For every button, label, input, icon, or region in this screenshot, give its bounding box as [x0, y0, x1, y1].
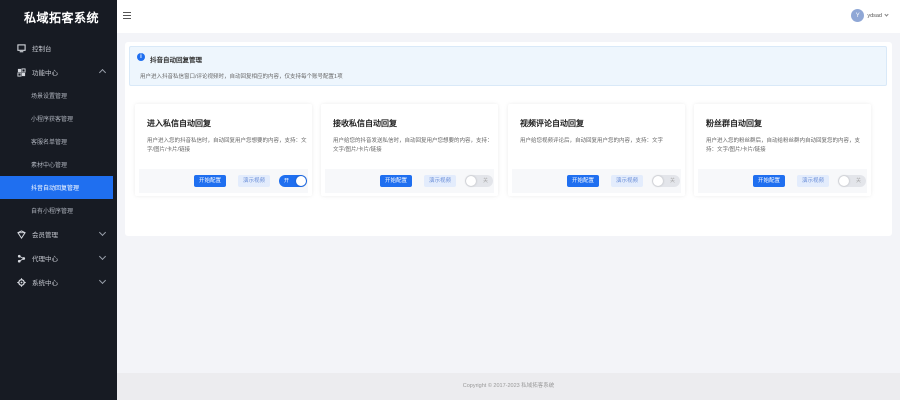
sidebar-subitem-douyin-auto-reply[interactable]: 抖音自动回复管理 [0, 176, 113, 199]
auto-reply-card: 进入私信自动回复 用户进入您的抖音私信时，自动回复用户您想要的内容，支持：文字/… [135, 104, 312, 196]
sidebar-item-label: 代理中心 [32, 256, 58, 263]
chevron-down-icon [98, 252, 107, 261]
start-config-button[interactable]: 开始配置 [194, 175, 227, 187]
card-title: 接收私信自动回复 [333, 119, 397, 128]
sidebar: 私域拓客系统 控制台 功能中心 场景设置管理 小程序获客管理 客服名单管理 素材… [0, 0, 117, 400]
chevron-up-icon [98, 68, 107, 77]
card-description: 用户给您的抖音发送私信时，自动回复用户您想要的内容，支持：文字/图片/卡片/链接 [333, 138, 493, 153]
toggle-knob [296, 176, 306, 186]
auto-reply-card: 视频评论自动回复 用户给您视频评论后，自动回复用户您的内容，支持：文字 开始配置… [508, 104, 685, 196]
card-description: 用户给您视频评论后，自动回复用户您的内容，支持：文字 [520, 138, 664, 144]
chevron-down-icon [884, 12, 889, 17]
sidebar-item-member[interactable]: 会员管理 [0, 222, 117, 246]
toggle-knob [653, 176, 663, 186]
card-footer: 开始配置 演示视频 开 [139, 169, 308, 193]
sidebar-subitem-own-miniprogram[interactable]: 自有小程序管理 [0, 199, 117, 222]
username: ydsad [867, 12, 882, 19]
sidebar-item-agent[interactable]: 代理中心 [0, 246, 117, 270]
function-icon [17, 67, 26, 77]
sidebar-item-label: 系统中心 [32, 280, 58, 287]
top-bar: Y ydsad [117, 0, 900, 33]
demo-video-button[interactable]: 演示视频 [797, 175, 830, 187]
toggle-knob [839, 176, 849, 186]
sidebar-subitem-customer-service-list[interactable]: 客服名单管理 [0, 130, 117, 153]
auto-reply-card: 接收私信自动回复 用户给您的抖音发送私信时，自动回复用户您想要的内容，支持：文字… [321, 104, 498, 196]
sidebar-item-label: 功能中心 [32, 70, 58, 77]
start-config-button[interactable]: 开始配置 [567, 175, 600, 187]
menu-toggle-icon[interactable] [123, 12, 131, 21]
agent-icon [17, 254, 26, 263]
system-icon [17, 277, 26, 287]
demo-video-button[interactable]: 演示视频 [611, 175, 644, 187]
info-icon: i [137, 53, 145, 61]
card-footer: 开始配置 演示视频 关 [698, 169, 867, 193]
sidebar-subitem-miniprogram-acquisition[interactable]: 小程序获客管理 [0, 107, 117, 130]
sidebar-subitem-scene-settings[interactable]: 场景设置管理 [0, 84, 117, 107]
auto-reply-card: 粉丝群自动回复 用户进入您的粉丝群后，自动给粉丝群内自动回复您的内容，支持：文字… [694, 104, 871, 196]
copyright-text: Copyright © 2017-2023 私域拓客系统 [462, 383, 555, 389]
avatar: Y [851, 9, 865, 22]
auto-reply-toggle[interactable]: 关 [652, 175, 680, 187]
auto-reply-toggle[interactable]: 关 [465, 175, 493, 187]
member-icon [17, 229, 26, 239]
chevron-down-icon [98, 276, 107, 285]
sidebar-subitem-material-center[interactable]: 素材中心管理 [0, 153, 117, 176]
info-notice: i 抖音自动回复管理 用户进入抖音私信窗口/评论视频时，自动回复相应的内容，仅支… [129, 46, 887, 86]
toggle-state-label: 开 [284, 178, 290, 184]
toggle-state-label: 关 [855, 178, 861, 184]
user-menu[interactable]: Y ydsad [851, 9, 889, 22]
auto-reply-toggle[interactable]: 开 [279, 175, 307, 187]
card-footer: 开始配置 演示视频 关 [325, 169, 494, 193]
sidebar-item-label: 会员管理 [32, 232, 58, 239]
start-config-button[interactable]: 开始配置 [753, 175, 786, 187]
sidebar-item-system[interactable]: 系统中心 [0, 270, 117, 294]
sidebar-item-function-center[interactable]: 功能中心 [0, 60, 117, 84]
card-description: 用户进入您的粉丝群后，自动给粉丝群内自动回复您的内容，支持：文字/图片/卡片/链… [706, 138, 861, 153]
card-title: 进入私信自动回复 [147, 119, 211, 128]
card-title: 粉丝群自动回复 [706, 119, 762, 128]
card-description: 用户进入您的抖音私信时，自动回复用户您想要的内容，支持：文字/图片/卡片/链接 [147, 138, 307, 153]
auto-reply-toggle[interactable]: 关 [838, 175, 866, 187]
content-panel: i 抖音自动回复管理 用户进入抖音私信窗口/评论视频时，自动回复相应的内容，仅支… [125, 42, 892, 236]
start-config-button[interactable]: 开始配置 [380, 175, 413, 187]
sidebar-item-label: 控制台 [32, 46, 52, 53]
sidebar-item-dashboard[interactable]: 控制台 [0, 36, 117, 60]
demo-video-button[interactable]: 演示视频 [238, 175, 271, 187]
toggle-state-label: 关 [482, 178, 488, 184]
app-title: 私域拓客系统 [24, 11, 100, 25]
card-footer: 开始配置 演示视频 关 [512, 169, 681, 193]
card-title: 视频评论自动回复 [520, 119, 584, 128]
page-footer: Copyright © 2017-2023 私域拓客系统 [117, 373, 900, 400]
notice-title: 抖音自动回复管理 [150, 57, 202, 64]
demo-video-button[interactable]: 演示视频 [424, 175, 457, 187]
chevron-down-icon [98, 228, 107, 237]
toggle-knob [466, 176, 476, 186]
toggle-state-label: 关 [669, 178, 675, 184]
notice-description: 用户进入抖音私信窗口/评论视频时，自动回复相应的内容，仅支持每个账号配置1项 [140, 74, 343, 80]
dashboard-icon [17, 43, 26, 53]
main-content: i 抖音自动回复管理 用户进入抖音私信窗口/评论视频时，自动回复相应的内容，仅支… [117, 33, 900, 400]
